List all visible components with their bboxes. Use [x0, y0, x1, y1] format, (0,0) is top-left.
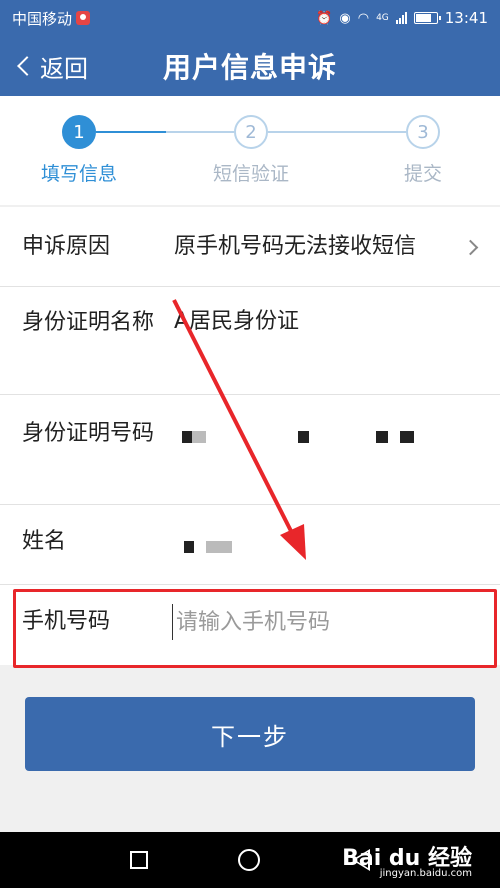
name-row[interactable]: 姓名 — [0, 505, 500, 585]
battery-icon — [413, 12, 441, 24]
step-progress-line — [96, 131, 166, 133]
signal-icon — [395, 12, 407, 24]
wifi-icon: ◠ — [357, 10, 370, 26]
system-nav-bar: Bai du 经验 jingyan.baidu.com — [0, 832, 500, 888]
redacted-block — [184, 541, 194, 553]
status-right: ⏰ ◉ ◠ 4G 13:41 — [316, 9, 488, 27]
phone-label: 手机号码 — [22, 609, 111, 634]
next-step-button[interactable]: 下一步 — [25, 697, 475, 771]
phone-input[interactable] — [172, 604, 472, 640]
reason-value: 原手机号码无法接收短信 — [174, 234, 417, 259]
carrier-name: 中国移动 — [12, 9, 73, 28]
reason-label: 申诉原因 — [22, 234, 111, 259]
step-1-circle: 1 — [62, 115, 96, 149]
redacted-block — [182, 431, 192, 443]
step-line-1-2 — [166, 131, 234, 133]
baidu-watermark: Bai du 经验 jingyan.baidu.com — [342, 846, 472, 879]
step-2-label: 短信验证 — [212, 163, 289, 185]
redacted-block — [192, 431, 206, 443]
id-type-value: A居民身份证 — [174, 309, 300, 334]
step-2-circle: 2 — [234, 115, 268, 149]
redacted-block — [400, 431, 414, 443]
recent-apps-icon[interactable] — [130, 851, 148, 869]
id-type-row[interactable]: 身份证明名称 A居民身份证 — [0, 287, 500, 395]
id-number-label: 身份证明号码 — [22, 421, 155, 446]
status-bar: 中国移动 ⏰ ◉ ◠ 4G 13:41 — [0, 0, 500, 36]
step-3-circle: 3 — [406, 115, 440, 149]
nav-bar: 返回 用户信息申诉 — [0, 36, 500, 96]
redacted-block — [376, 431, 388, 443]
appeal-form: 申诉原因 原手机号码无法接收短信 身份证明名称 A居民身份证 身份证明号码 姓名… — [0, 207, 500, 665]
redacted-block — [298, 431, 309, 443]
step-line-2-3 — [268, 131, 406, 133]
redacted-block — [206, 541, 232, 553]
step-indicator: 1 2 3 填写信息 短信验证 提交 — [0, 96, 500, 205]
network-type: 4G — [376, 13, 389, 23]
step-1-label: 填写信息 — [40, 163, 117, 185]
name-label: 姓名 — [22, 529, 67, 554]
phone-row[interactable]: 手机号码 — [0, 585, 500, 665]
id-type-label: 身份证明名称 — [22, 310, 155, 335]
page-title: 用户信息申诉 — [162, 51, 337, 84]
chevron-right-icon — [462, 239, 479, 256]
home-icon[interactable] — [238, 849, 260, 871]
id-number-row[interactable]: 身份证明号码 — [0, 395, 500, 505]
status-left: 中国移动 — [12, 8, 91, 29]
location-pin-icon — [76, 11, 91, 25]
step-3-label: 提交 — [403, 163, 442, 185]
eye-icon: ◉ — [339, 10, 351, 26]
clock: 13:41 — [444, 9, 488, 27]
reason-row[interactable]: 申诉原因 原手机号码无法接收短信 — [0, 207, 500, 287]
alarm-icon: ⏰ — [316, 10, 333, 26]
